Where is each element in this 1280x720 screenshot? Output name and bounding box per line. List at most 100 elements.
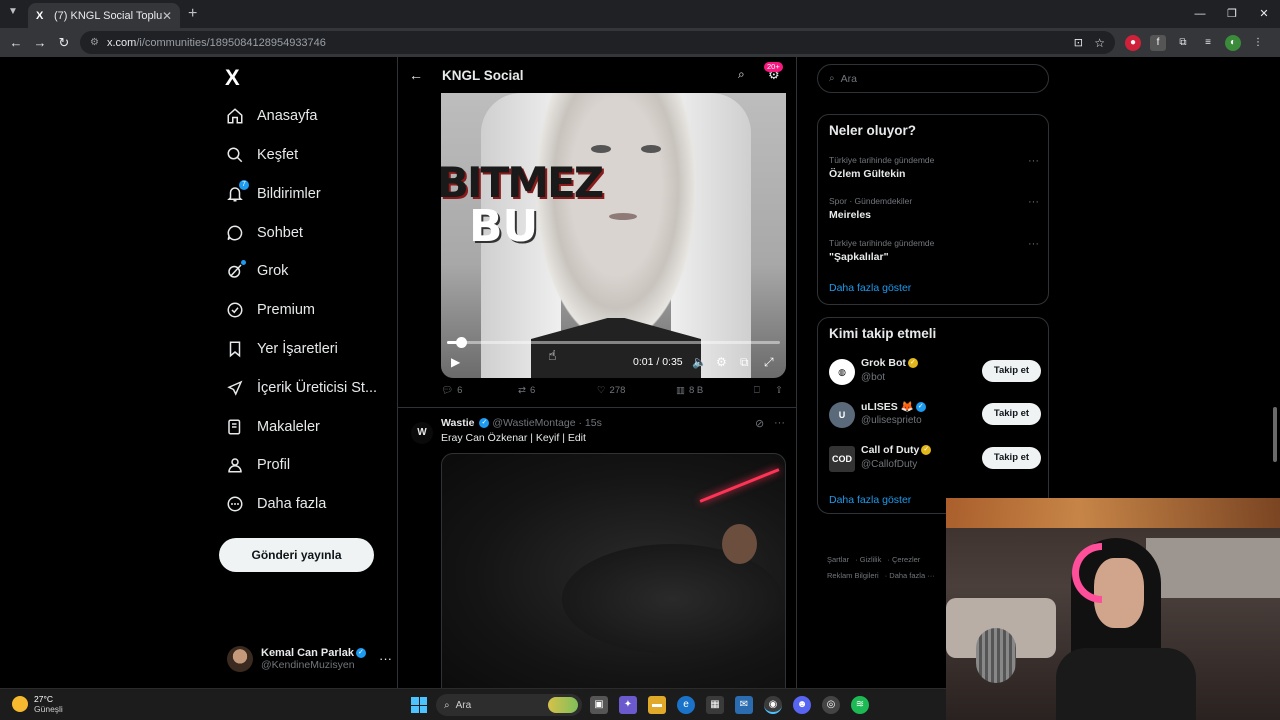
discord-icon[interactable]: ☻: [793, 696, 811, 714]
follow-suggestion[interactable]: U uLISES 🦊 ✓ @ulisesprieto Takip et: [829, 400, 1041, 430]
video-progress-bar[interactable]: [447, 341, 780, 344]
like-button[interactable]: ♡ 278: [597, 385, 625, 396]
file-explorer-icon[interactable]: ▬: [648, 696, 666, 714]
forward-icon[interactable]: →: [28, 35, 52, 50]
close-window-icon[interactable]: ✕: [1248, 0, 1280, 28]
footer-link[interactable]: Çerezler: [892, 555, 920, 564]
footer-link[interactable]: Daha fazla ···: [889, 571, 934, 580]
nav-premium[interactable]: Premium: [226, 295, 315, 325]
search-input[interactable]: ⌕ Ara: [817, 64, 1049, 93]
tab-search-chevron-icon[interactable]: ▼: [8, 6, 18, 17]
nav-explore[interactable]: Keşfet: [226, 140, 298, 170]
x-logo-icon[interactable]: X: [225, 65, 240, 91]
follow-button[interactable]: Takip et: [982, 360, 1041, 382]
browser-tab[interactable]: X (7) KNGL Social Topluluk / X ✕: [28, 3, 180, 28]
reload-icon[interactable]: ↻: [52, 35, 76, 51]
taskbar-search[interactable]: ⌕ Ara: [436, 694, 582, 716]
new-tab-button[interactable]: +: [188, 5, 197, 23]
play-icon[interactable]: ▶: [451, 355, 460, 369]
nav-home[interactable]: Anasayfa: [226, 101, 317, 131]
store-icon[interactable]: ▦: [706, 696, 724, 714]
footer-link[interactable]: Şartlar: [827, 555, 849, 564]
trends-show-more-link[interactable]: Daha fazla göster: [829, 282, 911, 294]
follow-suggestion[interactable]: ◍ Grok Bot ✓ @bot Takip et: [829, 357, 1041, 387]
views-button[interactable]: ▥ 8 B: [676, 385, 703, 396]
post-more-icon[interactable]: ···: [774, 417, 785, 429]
back-icon[interactable]: ←: [4, 35, 28, 50]
install-app-icon[interactable]: ⊡: [1074, 36, 1083, 49]
task-view-icon[interactable]: ▣: [590, 696, 608, 714]
mail-icon[interactable]: ✉: [735, 696, 753, 714]
video-scrubber-handle[interactable]: [455, 337, 467, 348]
post-button[interactable]: Gönderi yayınla: [219, 538, 374, 572]
follow-show-more-link[interactable]: Daha fazla göster: [829, 494, 911, 506]
trend-more-icon[interactable]: ···: [1028, 155, 1039, 167]
media-control-icon[interactable]: ≡: [1200, 35, 1216, 51]
back-arrow-icon[interactable]: ←: [409, 67, 423, 83]
maximize-icon[interactable]: ❐: [1216, 0, 1248, 28]
obs-icon[interactable]: ◎: [822, 696, 840, 714]
trend-item[interactable]: Türkiye tarihinde gündemde "Şapkalılar" …: [829, 238, 1039, 263]
weather-widget[interactable]: 27°C Güneşli: [12, 694, 63, 714]
bookmark-star-icon[interactable]: ☆: [1094, 36, 1105, 50]
nav-more[interactable]: Daha fazla: [226, 489, 326, 519]
address-bar[interactable]: ⚙ x.com/i/communities/189508412895493374…: [80, 31, 1115, 54]
footer-link[interactable]: Gizlilik: [860, 555, 882, 564]
minimize-icon[interactable]: —: [1184, 0, 1216, 28]
video-frame-lips: [609, 213, 637, 220]
profile-icon[interactable]: ◐: [1225, 34, 1241, 51]
follow-button[interactable]: Takip et: [982, 447, 1041, 469]
post-author-avatar[interactable]: W: [411, 422, 433, 444]
site-info-icon[interactable]: ⚙: [90, 37, 99, 48]
copilot-icon[interactable]: ✦: [619, 696, 637, 714]
community-search-icon[interactable]: ⌕: [738, 67, 745, 82]
post-author-name[interactable]: Wastie: [441, 417, 474, 429]
community-title: KNGL Social: [442, 67, 524, 83]
url-host: x.com: [106, 36, 137, 49]
share-icon[interactable]: ⇪: [775, 385, 783, 396]
scrollbar-thumb[interactable]: [1273, 407, 1277, 462]
nav-chat[interactable]: Sohbet: [226, 218, 303, 248]
trend-item[interactable]: Spor · Gündemdekiler Meireles ···: [829, 196, 1039, 221]
extension-f-icon[interactable]: f: [1150, 34, 1166, 51]
follow-button[interactable]: Takip et: [982, 403, 1041, 425]
trend-more-icon[interactable]: ···: [1028, 238, 1039, 250]
edge-icon[interactable]: e: [677, 696, 695, 714]
windows-start-icon[interactable]: [411, 697, 427, 713]
nav-articles[interactable]: Makaleler: [226, 412, 320, 442]
trend-more-icon[interactable]: ···: [1028, 196, 1039, 208]
verified-badge-icon: ✓: [479, 418, 490, 429]
extension-red-icon[interactable]: ●: [1125, 34, 1141, 51]
account-switcher[interactable]: Kemal Can Parlak ✓ @KendineMuzisyen ···: [227, 642, 392, 676]
post-video-thumbnail[interactable]: [441, 453, 786, 688]
repost-button[interactable]: ⇄ 6: [518, 385, 535, 396]
reply-button[interactable]: 💬︎ 6: [441, 385, 462, 396]
search-icon: ⌕: [444, 699, 450, 711]
nav-notifications[interactable]: 7 Bildirimler: [226, 179, 321, 209]
chrome-icon[interactable]: ◉: [764, 696, 782, 714]
footer-link[interactable]: Reklam Bilgileri: [827, 571, 879, 580]
volume-icon[interactable]: 🔈: [692, 355, 707, 369]
bookmark-post-icon[interactable]: ⎕: [754, 385, 760, 396]
video-settings-icon[interactable]: ⚙: [716, 355, 727, 369]
post-author-handle[interactable]: @WastieMontage: [492, 417, 575, 429]
nav-explore-label: Keşfet: [257, 147, 299, 163]
nav-grok[interactable]: Grok: [226, 256, 288, 286]
account-more-icon[interactable]: ···: [379, 651, 392, 666]
spotify-icon[interactable]: ≋: [851, 696, 869, 714]
account-handle: @KendineMuzisyen: [261, 659, 355, 671]
post-timestamp[interactable]: 15s: [585, 417, 602, 429]
post-video-player[interactable]: BITMEZ BU ▶ 0:01 / 0:35 🔈 ⚙ ⧉ ⤢ ☝: [441, 93, 786, 378]
grok-post-icon[interactable]: ⊘: [755, 417, 764, 430]
nav-creator-studio[interactable]: İçerik Üreticisi St...: [226, 373, 377, 403]
menu-kebab-icon[interactable]: ⋮: [1250, 35, 1266, 51]
fullscreen-icon[interactable]: ⤢: [764, 355, 774, 370]
trends-panel: Neler oluyor? Türkiye tarihinde gündemde…: [817, 114, 1049, 305]
picture-in-picture-icon[interactable]: ⧉: [740, 355, 749, 370]
follow-suggestion[interactable]: COD Call of Duty ✓ @CallofDuty Takip et: [829, 444, 1041, 474]
tab-close-icon[interactable]: ✕: [162, 9, 172, 23]
trend-item[interactable]: Türkiye tarihinde gündemde Özlem Gülteki…: [829, 155, 1039, 180]
puzzle-icon[interactable]: ⧉: [1175, 35, 1191, 51]
nav-profile[interactable]: Profil: [226, 450, 290, 480]
nav-bookmarks[interactable]: Yer İşaretleri: [226, 334, 338, 364]
